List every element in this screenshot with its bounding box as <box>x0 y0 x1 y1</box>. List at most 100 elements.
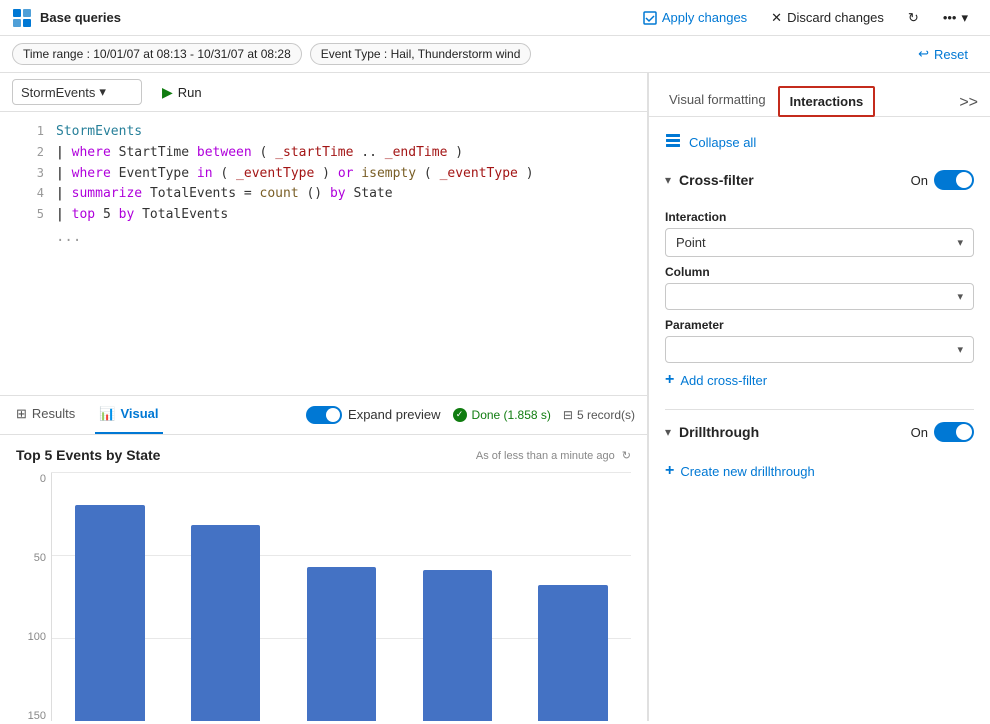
status-dot: ✓ <box>453 408 467 422</box>
right-panel: Visual formatting Interactions >> Collap… <box>648 73 990 721</box>
cross-filter-section: ▾ Cross-filter On Interaction Point ▾ Co… <box>649 158 990 409</box>
more-button[interactable]: ••• ▾ <box>933 6 978 30</box>
chart-container: 150 100 50 0 <box>16 473 631 722</box>
parameter-label: Parameter <box>665 318 974 332</box>
column-label: Column <box>665 265 974 279</box>
apply-changes-button[interactable]: Apply changes <box>633 6 757 29</box>
expand-preview-toggle[interactable]: Expand preview <box>306 406 441 424</box>
app-icon <box>12 8 32 28</box>
add-cross-filter-button[interactable]: + Add cross-filter <box>665 363 974 393</box>
bar-kansas-rect[interactable] <box>423 570 492 721</box>
chart-title: Top 5 Events by State <box>16 447 160 463</box>
bar-michigan <box>168 473 284 722</box>
drillthrough-header[interactable]: ▾ Drillthrough On <box>649 414 990 450</box>
plus-icon: + <box>665 462 674 480</box>
chevron-down-icon: ▾ <box>99 84 106 100</box>
code-line-4: 4 | summarize TotalEvents = count () by … <box>16 184 631 205</box>
tab-visual[interactable]: 📊 Visual <box>95 396 162 434</box>
x-icon: ✕ <box>771 10 782 26</box>
refresh-button[interactable]: ↻ <box>898 6 929 30</box>
column-select[interactable]: ▾ <box>665 283 974 310</box>
cross-filter-header-right: On <box>911 170 974 190</box>
collapse-all-icon <box>665 133 681 149</box>
create-drillthrough-button[interactable]: + Create new drillthrough <box>665 454 974 484</box>
drillthrough-toggle[interactable] <box>934 422 974 442</box>
database-selector[interactable]: StormEvents ▾ <box>12 79 142 105</box>
reset-icon: ↩ <box>918 46 929 62</box>
bar-oklahoma-rect[interactable] <box>75 505 144 721</box>
drillthrough-header-left: ▾ Drillthrough <box>665 424 759 440</box>
y-label-150: 150 <box>16 710 46 721</box>
refresh-icon[interactable]: ↻ <box>622 450 631 462</box>
bar-kansas <box>399 473 515 722</box>
apply-icon <box>643 11 657 25</box>
bar-arkansas <box>515 473 631 722</box>
y-axis-labels: 150 100 50 0 <box>16 473 46 722</box>
interaction-label: Interaction <box>665 210 974 224</box>
top-bar: Base queries Apply changes ✕ Discard cha… <box>0 0 990 36</box>
y-label-100: 100 <box>16 631 46 643</box>
cross-filter-header[interactable]: ▾ Cross-filter On <box>649 162 990 198</box>
code-line-1: 1 StormEvents <box>16 122 631 143</box>
cross-filter-toggle[interactable] <box>934 170 974 190</box>
tab-visual-formatting[interactable]: Visual formatting <box>657 84 778 117</box>
tab-bar: ⊞ Results 📊 Visual Expand preview ✓ Done… <box>0 395 647 435</box>
top-bar-left: Base queries <box>12 8 633 28</box>
interaction-select[interactable]: Point ▾ <box>665 228 974 257</box>
code-line-3: 3 | where EventType in ( _eventType ) or… <box>16 164 631 185</box>
left-panel: StormEvents ▾ ▶ Run 1 StormEvents 2 | wh… <box>0 73 648 721</box>
chevron-down-icon: ▾ <box>665 425 671 439</box>
bars-area <box>51 473 631 722</box>
bar-oklahoma <box>52 473 168 722</box>
status-badge: ✓ Done (1.858 s) <box>453 408 551 422</box>
code-editor[interactable]: 1 StormEvents 2 | where StartTime betwee… <box>0 112 647 395</box>
time-range-filter[interactable]: Time range : 10/01/07 at 08:13 - 10/31/0… <box>12 43 302 65</box>
discard-changes-button[interactable]: ✕ Discard changes <box>761 6 894 30</box>
bar-arkansas-rect[interactable] <box>538 585 607 721</box>
refresh-icon: ↻ <box>908 10 919 26</box>
select-chevron-icon: ▾ <box>957 343 963 356</box>
reset-button[interactable]: ↩ Reset <box>908 42 978 66</box>
event-type-filter[interactable]: Event Type : Hail, Thunderstorm wind <box>310 43 532 65</box>
code-line-5: 5 | top 5 by TotalEvents <box>16 205 631 226</box>
drillthrough-body: + Create new drillthrough <box>649 450 990 496</box>
bar-michigan-rect[interactable] <box>191 525 260 721</box>
run-button[interactable]: ▶ Run <box>150 80 214 105</box>
parameter-select[interactable]: ▾ <box>665 336 974 363</box>
main-layout: StormEvents ▾ ▶ Run 1 StormEvents 2 | wh… <box>0 73 990 721</box>
chart-icon: 📊 <box>99 406 115 422</box>
chart-area: Top 5 Events by State As of less than a … <box>0 435 647 722</box>
table-icon: ⊞ <box>16 406 27 422</box>
run-icon: ▶ <box>162 84 173 101</box>
table-rows-icon: ⊟ <box>563 408 573 422</box>
cross-filter-header-left: ▾ Cross-filter <box>665 172 754 188</box>
expand-toggle-switch[interactable] <box>306 406 342 424</box>
chart-timestamp: As of less than a minute ago ↻ <box>476 449 631 462</box>
chevron-down-icon: ▾ <box>961 10 968 26</box>
cross-filter-body: Interaction Point ▾ Column ▾ Parameter ▾ <box>649 198 990 405</box>
records-badge: ⊟ 5 record(s) <box>563 408 635 422</box>
chevron-down-icon: ▾ <box>665 173 671 187</box>
panel-more-button[interactable]: >> <box>955 90 982 116</box>
tab-results[interactable]: ⊞ Results <box>12 396 79 434</box>
bar-missouri-rect[interactable] <box>307 567 376 721</box>
app-title: Base queries <box>40 10 121 25</box>
code-line-2: 2 | where StartTime between ( _startTime… <box>16 143 631 164</box>
select-chevron-icon: ▾ <box>957 236 963 249</box>
filter-bar: Time range : 10/01/07 at 08:13 - 10/31/0… <box>0 36 990 73</box>
y-label-50: 50 <box>16 552 46 564</box>
drillthrough-section: ▾ Drillthrough On + Create new drillthro… <box>649 410 990 500</box>
drillthrough-header-right: On <box>911 422 974 442</box>
code-ellipsis: ··· <box>16 226 631 256</box>
plus-icon: + <box>665 371 674 389</box>
top-bar-right: Apply changes ✕ Discard changes ↻ ••• ▾ <box>633 6 978 30</box>
collapse-icon <box>665 133 681 152</box>
ellipsis-icon: ••• <box>943 10 957 25</box>
select-chevron-icon: ▾ <box>957 290 963 303</box>
tab-interactions[interactable]: Interactions <box>778 86 876 117</box>
chart-header: Top 5 Events by State As of less than a … <box>16 447 631 465</box>
tab-right: Expand preview ✓ Done (1.858 s) ⊟ 5 reco… <box>306 406 635 424</box>
panel-tabs: Visual formatting Interactions >> <box>649 73 990 117</box>
collapse-all-button[interactable]: Collapse all <box>649 127 990 158</box>
query-bar: StormEvents ▾ ▶ Run <box>0 73 647 112</box>
